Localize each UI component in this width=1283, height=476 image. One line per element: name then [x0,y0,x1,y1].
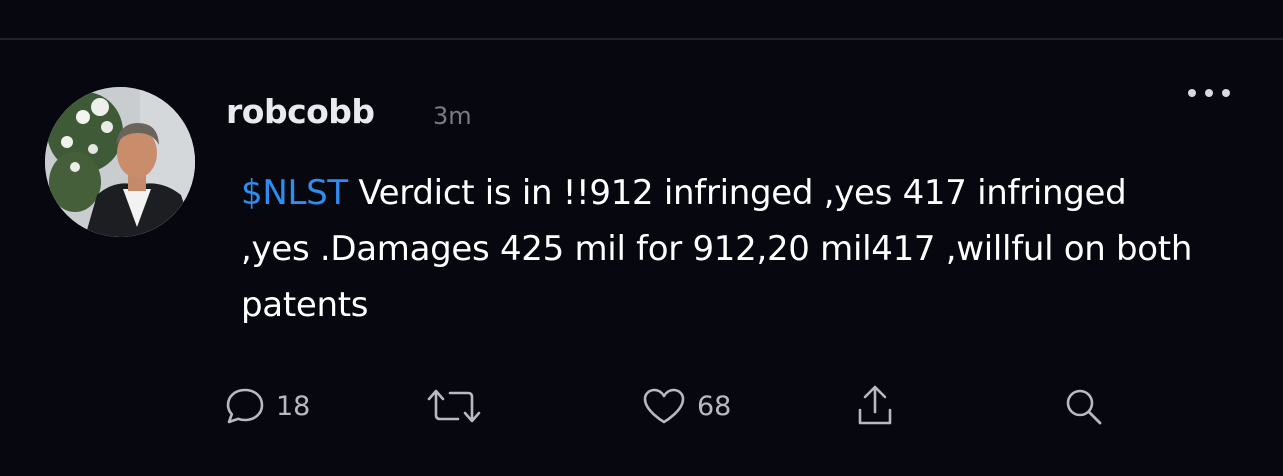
avatar[interactable] [45,87,195,237]
more-options-button[interactable] [1178,80,1240,106]
repost-button[interactable] [425,384,483,428]
cashtag-link[interactable]: $NLST [241,173,348,213]
like-count: 68 [697,390,732,422]
repost-arrows-icon [427,389,481,423]
search-button[interactable] [1062,384,1106,428]
heart-icon [643,388,685,424]
top-divider [0,38,1283,40]
timestamp: 3m [433,102,472,130]
speech-bubble-icon [226,388,264,424]
reply-button[interactable]: 18 [224,384,310,428]
more-dots-icon [1188,89,1196,97]
reply-count: 18 [276,390,311,422]
more-dots-icon [1205,89,1213,97]
post-body: $NLST Verdict is in !!912 infringed ,yes… [241,165,1201,333]
magnifier-icon [1066,389,1102,425]
username[interactable]: robcobb [226,92,375,131]
post-text: Verdict is in !!912 infringed ,yes 417 i… [241,173,1193,325]
share-upload-icon [858,385,892,425]
more-dots-icon [1222,89,1230,97]
share-button[interactable] [855,384,895,428]
like-button[interactable]: 68 [641,384,731,428]
